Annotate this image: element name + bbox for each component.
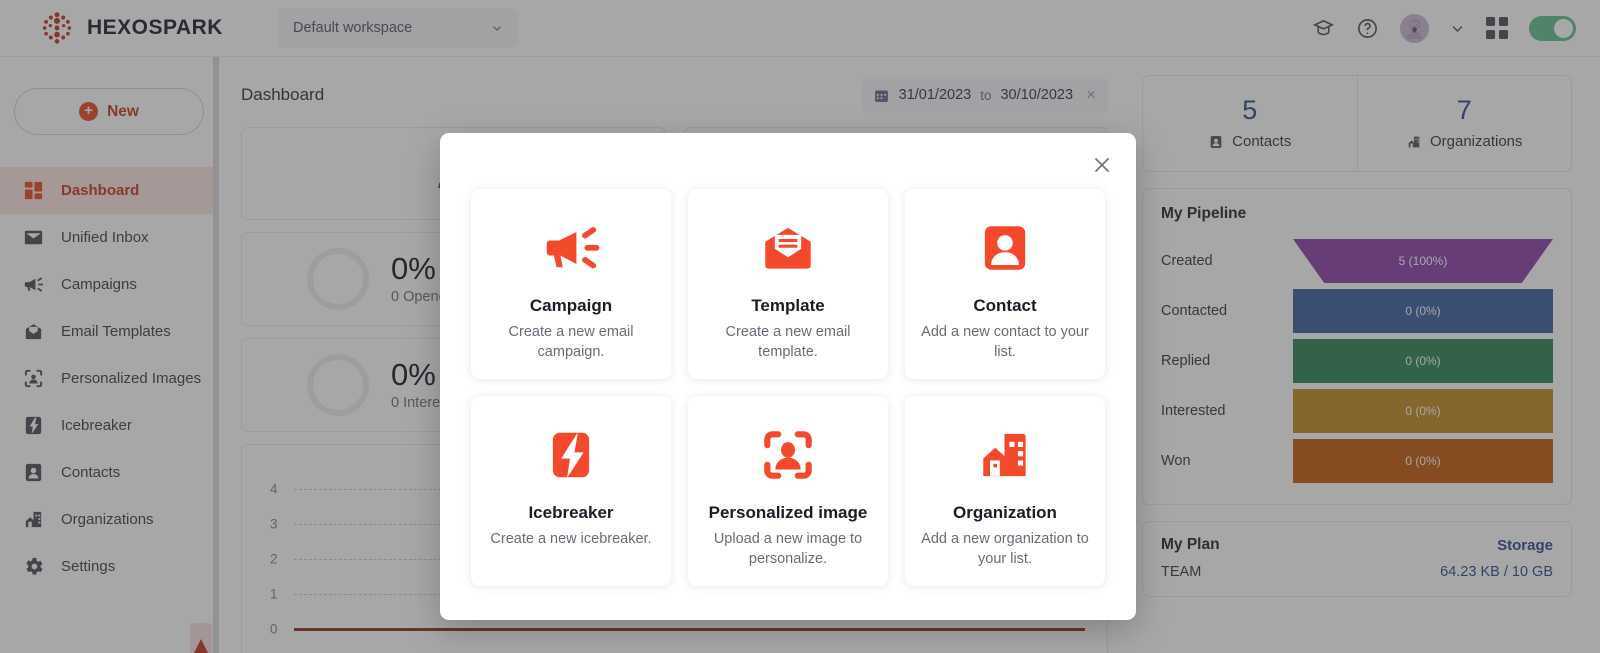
bolt-icon [552,432,590,478]
card-description: Add a new contact to your list. [921,324,1089,360]
open-envelope-icon [765,227,811,269]
card-description: Create a new email template. [725,324,851,360]
contact-card-icon [984,226,1026,270]
create-organization-card[interactable]: Organization Add a new organization to y… [905,396,1105,586]
person-frame-icon [764,431,812,479]
card-description: Add a new organization to your list. [921,531,1089,567]
create-campaign-card[interactable]: Campaign Create a new email campaign. [471,189,671,379]
create-new-modal: Campaign Create a new email campaign. Te… [440,133,1136,620]
card-title: Campaign [529,296,613,315]
create-options-grid: Campaign Create a new email campaign. Te… [471,189,1105,586]
close-icon[interactable] [1090,153,1114,177]
create-contact-card[interactable]: Contact Add a new contact to your list. [905,189,1105,379]
building-icon [983,433,1026,477]
card-description: Upload a new image to personalize. [713,531,863,567]
create-icebreaker-card[interactable]: Icebreaker Create a new icebreaker. [471,396,671,586]
card-title: Personalized image [708,503,868,522]
app-root: HEXOSPARK Default workspace + New Dashbo… [0,0,1600,653]
card-description: Create a new email campaign. [508,324,634,360]
card-title: Contact [973,296,1037,315]
create-personalized-image-card[interactable]: Personalized image Upload a new image to… [688,396,888,586]
card-description: Create a new icebreaker. [490,531,652,547]
card-title: Icebreaker [528,503,614,522]
create-template-card[interactable]: Template Create a new email template. [688,189,888,379]
card-title: Template [751,296,825,315]
megaphone-icon [546,227,600,269]
card-title: Organization [953,503,1057,522]
